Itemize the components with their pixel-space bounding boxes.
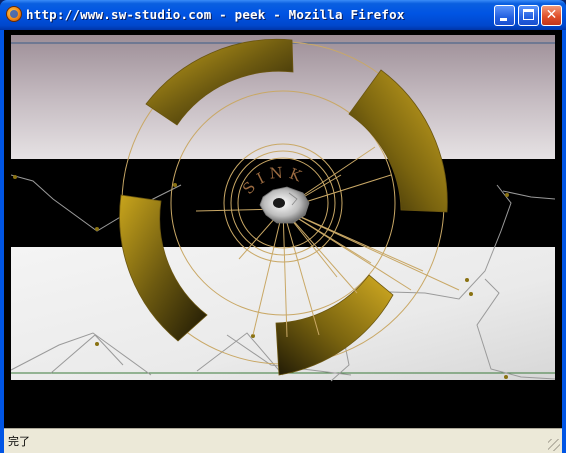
title-bar[interactable]: http://www.sw-studio.com - peek - Mozill…	[0, 0, 566, 30]
window-title: http://www.sw-studio.com - peek - Mozill…	[26, 7, 405, 22]
status-bar: 完了	[4, 428, 562, 453]
minimize-button[interactable]	[494, 5, 515, 26]
maximize-button[interactable]	[518, 5, 539, 26]
bottom-dark-strip	[11, 380, 555, 387]
firefox-icon[interactable]	[6, 6, 22, 22]
animation-canvas: SINK	[11, 35, 555, 387]
minimize-icon	[500, 18, 507, 21]
resize-grip-icon[interactable]	[548, 439, 560, 451]
window-frame-right	[562, 30, 566, 453]
flash-animation-stage[interactable]: SINK	[11, 35, 555, 387]
maximize-icon	[523, 9, 534, 20]
close-button[interactable]: ✕	[541, 5, 562, 26]
page-content[interactable]: SINK	[4, 30, 562, 428]
browser-window: http://www.sw-studio.com - peek - Mozill…	[0, 0, 566, 453]
status-text: 完了	[8, 435, 30, 448]
close-icon: ✕	[545, 7, 558, 23]
